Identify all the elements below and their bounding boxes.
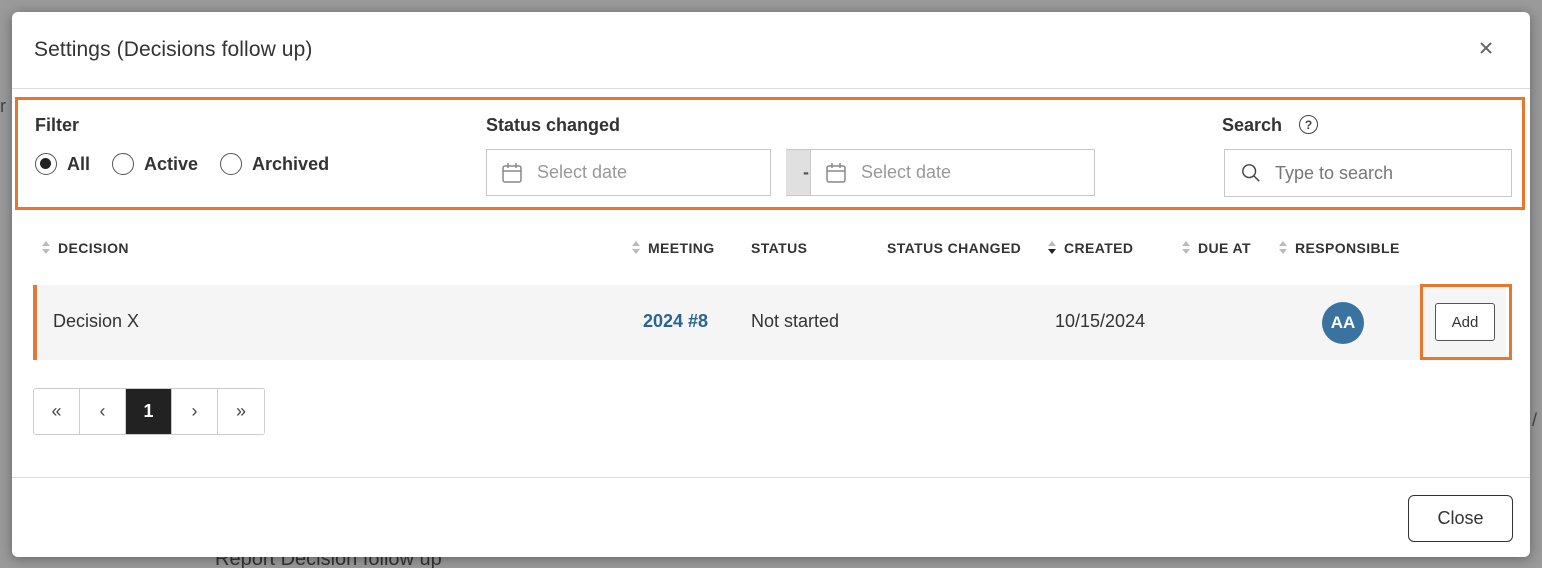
column-label: RESPONSIBLE [1295, 240, 1400, 256]
column-decision[interactable]: DECISION [42, 240, 129, 256]
column-due-at[interactable]: DUE AT [1182, 240, 1251, 256]
column-created[interactable]: CREATED [1048, 240, 1133, 256]
filter-radio-group: All Active Archived [35, 153, 351, 175]
meeting-link[interactable]: 2024 #8 [643, 311, 708, 332]
close-icon[interactable] [1478, 40, 1494, 56]
add-button-highlight: Add [1420, 284, 1512, 360]
help-icon[interactable]: ? [1299, 115, 1318, 134]
radio-unchecked-icon[interactable] [220, 153, 243, 175]
column-label: CREATED [1064, 240, 1134, 256]
status-changed-label: Status changed [486, 115, 621, 135]
filter-option-label: Archived [252, 153, 330, 174]
filter-option-all[interactable]: All [35, 153, 90, 175]
date-from-placeholder: Select date [537, 162, 628, 182]
calendar-icon [826, 162, 846, 183]
filter-label: Filter [35, 115, 80, 135]
date-from-input[interactable]: Select date [486, 149, 771, 196]
search-placeholder: Type to search [1275, 162, 1394, 183]
sort-icon [42, 241, 50, 255]
search-input[interactable]: Type to search [1224, 149, 1512, 197]
table-row[interactable]: Decision X 2024 #8 Not started 10/15/202… [33, 284, 1512, 360]
radio-checked-icon[interactable] [35, 153, 57, 175]
sort-icon [1182, 241, 1190, 255]
background-edge-text-right: / [1532, 410, 1538, 430]
filter-option-archived[interactable]: Archived [220, 153, 329, 175]
column-label: STATUS [751, 240, 808, 256]
last-page-button[interactable]: » [218, 389, 264, 434]
column-label: MEETING [648, 240, 715, 256]
next-page-button[interactable]: › [172, 389, 218, 434]
decision-cell: Decision X [53, 311, 140, 331]
settings-modal: Settings (Decisions follow up) Filter Al… [12, 12, 1530, 557]
search-icon [1242, 164, 1260, 182]
modal-header: Settings (Decisions follow up) [12, 12, 1530, 89]
column-responsible[interactable]: RESPONSIBLE [1279, 240, 1400, 256]
date-to-input[interactable]: Select date [810, 149, 1095, 196]
search-label: Search [1222, 115, 1283, 135]
table-header: DECISION MEETING STATUS STATUS CHANGED C… [34, 240, 1514, 262]
filter-bar: Filter All Active Archived Status change… [15, 97, 1525, 210]
column-label: DECISION [58, 240, 129, 256]
column-status-changed: STATUS CHANGED [887, 240, 1021, 256]
first-page-button[interactable]: « [34, 389, 80, 434]
date-to-placeholder: Select date [861, 162, 952, 182]
modal-title: Settings (Decisions follow up) [34, 38, 313, 61]
filter-option-label: Active [144, 153, 199, 174]
page-1-button[interactable]: 1 [126, 389, 172, 434]
modal-footer: Close [12, 477, 1530, 557]
sort-desc-icon [1048, 241, 1056, 255]
filter-option-active[interactable]: Active [112, 153, 198, 175]
sort-icon [1279, 241, 1287, 255]
pagination: « ‹ 1 › » [33, 388, 265, 435]
column-label: STATUS CHANGED [887, 240, 1022, 256]
previous-page-button[interactable]: ‹ [80, 389, 126, 434]
background-edge-text-left: r [0, 96, 6, 116]
column-status: STATUS [751, 240, 807, 256]
close-button[interactable]: Close [1408, 495, 1513, 542]
column-meeting[interactable]: MEETING [632, 240, 715, 256]
filter-option-label: All [67, 153, 91, 174]
status-cell: Not started [751, 311, 840, 331]
sort-icon [632, 241, 640, 255]
column-label: DUE AT [1198, 240, 1251, 256]
created-cell: 10/15/2024 [1055, 311, 1146, 331]
calendar-icon [502, 162, 522, 183]
radio-unchecked-icon[interactable] [112, 153, 135, 175]
avatar[interactable]: AA [1322, 302, 1364, 344]
add-button[interactable]: Add [1435, 303, 1495, 341]
